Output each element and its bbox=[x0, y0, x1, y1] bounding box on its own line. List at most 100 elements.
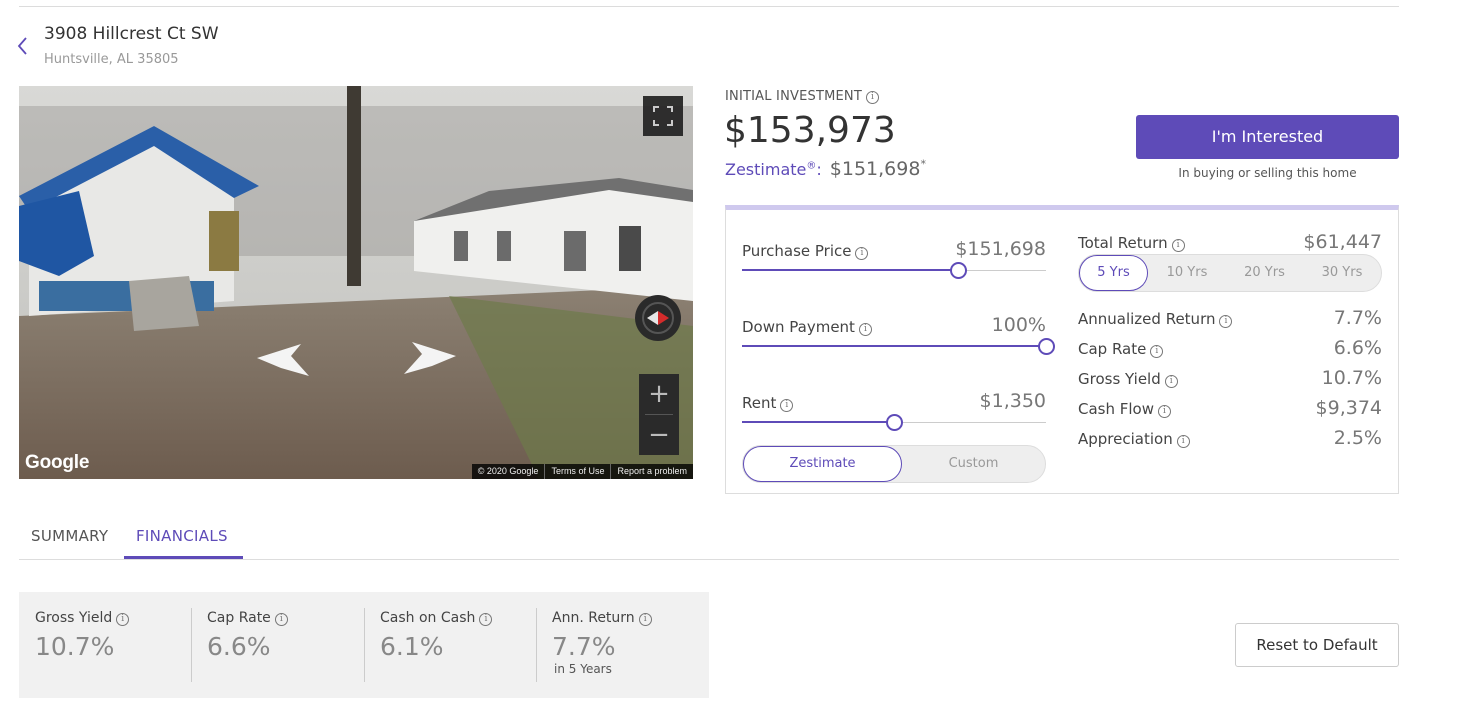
purchase-price-slider-handle[interactable] bbox=[949, 262, 967, 279]
zestimate-amount: $151,698 bbox=[829, 158, 921, 181]
gross-yield-text: Gross Yield bbox=[1078, 370, 1161, 388]
info-icon[interactable]: i bbox=[116, 613, 130, 626]
info-icon[interactable]: i bbox=[1150, 345, 1164, 358]
tab-financials[interactable]: FINANCIALS bbox=[136, 527, 228, 545]
registered-mark: ® bbox=[806, 161, 817, 172]
street-view-panorama[interactable]: + − Google © 2020 Google Terms of Use Re… bbox=[19, 86, 693, 479]
purchase-price-text: Purchase Price bbox=[742, 242, 852, 260]
initial-investment-text: INITIAL INVESTMENT bbox=[725, 89, 862, 104]
slider-fill bbox=[742, 269, 958, 271]
info-icon[interactable]: i bbox=[855, 247, 869, 260]
period-20-yrs[interactable]: 20 Yrs bbox=[1226, 255, 1303, 291]
rent-text: Rent bbox=[742, 394, 777, 412]
zoom-in-button[interactable]: + bbox=[639, 374, 679, 414]
annualized-return-value: 7.7% bbox=[1333, 307, 1382, 329]
info-icon[interactable]: i bbox=[1171, 239, 1185, 252]
appreciation-text: Appreciation bbox=[1078, 430, 1173, 448]
rent-mode-zestimate[interactable]: Zestimate bbox=[743, 446, 902, 482]
period-10-yrs[interactable]: 10 Yrs bbox=[1148, 255, 1226, 291]
cap-rate-text: Cap Rate bbox=[1078, 340, 1147, 358]
info-icon[interactable]: i bbox=[1176, 435, 1190, 448]
down-payment-text: Down Payment bbox=[742, 318, 855, 336]
period-toggle: 5 Yrs 10 Yrs 20 Yrs 30 Yrs bbox=[1078, 254, 1382, 292]
zestimate-link[interactable]: Zestimate®: bbox=[725, 160, 822, 179]
zestimate-line: Zestimate®: $151,698* bbox=[725, 158, 926, 180]
slider-fill bbox=[742, 345, 1046, 347]
top-divider bbox=[19, 6, 1399, 7]
initial-investment-amount: $153,973 bbox=[724, 110, 896, 151]
interest-subtext: In buying or selling this home bbox=[1178, 166, 1357, 180]
purchase-price-value: $151,698 bbox=[955, 238, 1046, 260]
info-icon[interactable]: i bbox=[866, 91, 879, 104]
purchase-price-label: Purchase Price i bbox=[742, 242, 869, 260]
metric-value: 6.6% bbox=[207, 632, 271, 661]
metric-value: 7.7% bbox=[552, 632, 616, 661]
metric-label-text: Gross Yield bbox=[35, 610, 113, 626]
fullscreen-icon bbox=[653, 106, 673, 126]
info-icon[interactable]: i bbox=[1158, 405, 1171, 418]
cap-rate-value: 6.6% bbox=[1333, 337, 1382, 359]
info-icon[interactable]: i bbox=[274, 613, 288, 626]
zestimate-label: Zestimate bbox=[725, 160, 807, 180]
address-title: 3908 Hillcrest Ct SW bbox=[44, 24, 219, 44]
metric-label-text: Cap Rate bbox=[207, 610, 271, 626]
info-icon[interactable]: i bbox=[638, 613, 652, 626]
terms-link[interactable]: Terms of Use bbox=[544, 464, 610, 479]
metric-divider bbox=[536, 608, 537, 682]
info-icon[interactable]: i bbox=[780, 399, 794, 412]
metric-label: Ann. Return i bbox=[552, 610, 652, 626]
tab-summary[interactable]: SUMMARY bbox=[31, 527, 108, 545]
metric-subtext: in 5 Years bbox=[554, 662, 612, 676]
street-view-image bbox=[19, 86, 693, 479]
zoom-out-button[interactable]: − bbox=[639, 415, 679, 455]
info-icon[interactable]: i bbox=[1219, 315, 1233, 328]
info-icon[interactable]: i bbox=[858, 323, 872, 336]
active-tab-indicator bbox=[124, 556, 243, 559]
metric-label: Cash on Cash i bbox=[380, 610, 493, 626]
total-return-text: Total Return bbox=[1078, 234, 1168, 252]
metric-divider bbox=[364, 608, 365, 682]
financial-metrics-panel: Gross Yield i 10.7% Cap Rate i 6.6% Cash o… bbox=[19, 592, 709, 698]
info-icon[interactable]: i bbox=[1164, 375, 1178, 388]
zestimate-asterisk: * bbox=[920, 158, 926, 171]
slider-fill bbox=[742, 421, 894, 423]
down-payment-slider-handle[interactable] bbox=[1038, 338, 1055, 355]
appreciation-value: 2.5% bbox=[1333, 427, 1382, 449]
compass-control[interactable] bbox=[635, 295, 681, 341]
period-30-yrs[interactable]: 30 Yrs bbox=[1303, 255, 1381, 291]
metric-value: 6.1% bbox=[380, 632, 444, 661]
info-icon[interactable]: i bbox=[479, 613, 493, 626]
back-icon[interactable] bbox=[14, 34, 34, 58]
metric-label: Cap Rate i bbox=[207, 610, 288, 626]
address-city: Huntsville, AL 35805 bbox=[44, 52, 179, 67]
metric-ann-return: Ann. Return i 7.7% in 5 Years bbox=[536, 608, 708, 682]
metric-value: 10.7% bbox=[35, 632, 115, 661]
rent-slider-handle[interactable] bbox=[886, 414, 903, 431]
compass-icon bbox=[642, 302, 674, 334]
down-payment-label: Down Payment i bbox=[742, 318, 872, 336]
total-return-label: Total Return i bbox=[1078, 234, 1185, 252]
cash-flow-text: Cash Flow bbox=[1078, 400, 1154, 418]
zestimate-colon: : bbox=[816, 160, 822, 180]
rent-mode-custom[interactable]: Custom bbox=[902, 446, 1045, 482]
cap-rate-label: Cap Rate i bbox=[1078, 340, 1164, 358]
reset-to-default-button[interactable]: Reset to Default bbox=[1235, 623, 1399, 667]
fullscreen-button[interactable] bbox=[643, 96, 683, 136]
copyright-text: © 2020 Google bbox=[477, 466, 539, 476]
metric-cap-rate: Cap Rate i 6.6% bbox=[191, 608, 363, 682]
annualized-return-label: Annualized Return i bbox=[1078, 310, 1233, 328]
gross-yield-label: Gross Yield i bbox=[1078, 370, 1178, 388]
metric-cash-on-cash: Cash on Cash i 6.1% bbox=[364, 608, 536, 682]
rent-label: Rent i bbox=[742, 394, 794, 412]
zestimate-value: $151,698* bbox=[830, 158, 926, 180]
rent-mode-toggle: Zestimate Custom bbox=[742, 445, 1046, 483]
detail-tabs: SUMMARY FINANCIALS bbox=[19, 520, 1399, 560]
metric-label-text: Ann. Return bbox=[552, 610, 635, 626]
gross-yield-value: 10.7% bbox=[1321, 367, 1382, 389]
cash-flow-label: Cash Flow i bbox=[1078, 400, 1171, 418]
im-interested-button[interactable]: I'm Interested bbox=[1136, 115, 1399, 159]
google-logo: Google bbox=[25, 452, 90, 473]
cash-flow-value: $9,374 bbox=[1315, 397, 1382, 419]
report-problem-link[interactable]: Report a problem bbox=[610, 464, 693, 479]
period-5-yrs[interactable]: 5 Yrs bbox=[1079, 255, 1148, 291]
